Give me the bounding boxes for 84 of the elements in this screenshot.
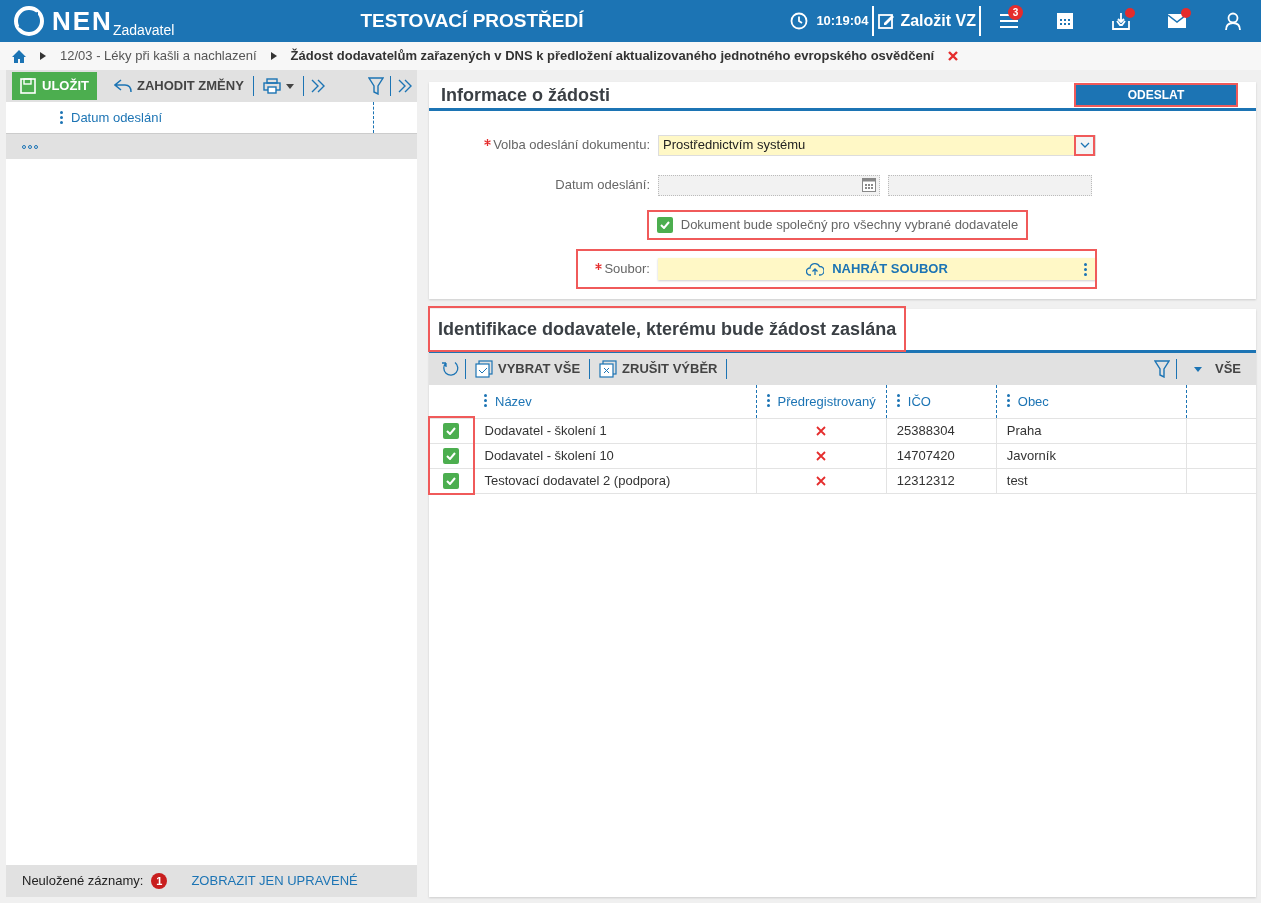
table-cell: 12312312 <box>896 472 955 488</box>
cloud-upload-icon <box>806 262 825 276</box>
field-label: Datum odeslání: <box>555 177 650 193</box>
date-field[interactable] <box>658 174 880 196</box>
scope-button[interactable]: VŠE <box>1191 359 1244 379</box>
kebab-icon[interactable] <box>484 393 487 407</box>
discard-button[interactable]: ZAHODIT ZMĚNY <box>110 76 247 96</box>
kebab-icon[interactable] <box>896 393 900 407</box>
table-cell: Dodavatel - školení 10 <box>484 447 614 463</box>
section-title: Informace o žádosti <box>441 83 611 107</box>
breadcrumb-item[interactable]: 12/03 - Léky při kašli a nachlazení <box>60 46 257 66</box>
logo-text: NEN <box>52 8 113 34</box>
create-button[interactable]: Založit VZ <box>874 9 979 33</box>
table-cell: Praha <box>1006 422 1042 438</box>
clock-icon <box>790 12 809 30</box>
close-icon[interactable] <box>948 51 959 61</box>
double-chevron-icon[interactable] <box>397 79 413 93</box>
row-checkbox[interactable] <box>443 422 460 439</box>
filter-icon[interactable] <box>1154 360 1170 378</box>
time-field[interactable] <box>888 174 1092 196</box>
check-icon <box>446 426 457 435</box>
double-chevron-icon[interactable] <box>309 79 326 93</box>
home-icon[interactable] <box>12 49 26 63</box>
row-checkbox[interactable] <box>443 472 460 489</box>
more-icon[interactable] <box>22 144 38 149</box>
calendar-icon[interactable] <box>862 178 876 192</box>
column-header[interactable]: Obec <box>1017 393 1049 409</box>
save-button[interactable]: ULOŽIT <box>12 72 97 100</box>
column-header[interactable]: Název <box>495 393 532 409</box>
check-icon <box>446 476 457 485</box>
checkbox-label: Dokument bude společný pro všechny vybrané dodavatele <box>680 216 1019 235</box>
select-all-button[interactable]: VYBRAT VŠE <box>472 359 584 379</box>
calendar-icon <box>1056 12 1074 30</box>
checkbox[interactable] <box>656 217 673 233</box>
column-header[interactable]: Předregistrovaný <box>777 393 876 409</box>
deselect-icon <box>599 360 618 378</box>
kebab-icon[interactable] <box>60 111 63 124</box>
environment-title: TESTOVACÍ PROSTŘEDÍ <box>360 8 584 33</box>
caret-right-icon <box>270 52 277 60</box>
table-cell: Javorník <box>1006 447 1056 463</box>
user-icon <box>1225 12 1241 30</box>
printer-icon <box>262 78 281 94</box>
caret-down-icon <box>1194 366 1202 372</box>
clock-time: 10:19:04 <box>816 12 869 31</box>
deselect-button[interactable]: ZRUŠIT VÝBĚR <box>596 359 721 379</box>
kebab-icon[interactable] <box>766 393 770 407</box>
column-header[interactable]: Datum odeslání <box>71 107 163 128</box>
breadcrumb-item[interactable]: Žádost dodavatelům zařazených v DNS k předložení aktualizovaného jednotného evropského osvědčení <box>290 46 935 66</box>
kebab-icon[interactable] <box>1006 393 1010 407</box>
select-all-icon <box>475 360 493 378</box>
filter-icon[interactable] <box>368 77 384 95</box>
check-icon <box>659 221 670 229</box>
field-label: Soubor: <box>604 261 650 277</box>
inbox-icon <box>1112 12 1130 30</box>
logo-subtitle: Zadavatel <box>112 21 175 40</box>
unsaved-count-badge: 1 <box>151 873 168 889</box>
notification-badge: 3 <box>1008 5 1023 20</box>
save-icon <box>20 78 36 94</box>
kebab-icon[interactable] <box>1084 262 1087 276</box>
show-edited-link[interactable]: ZOBRAZIT JEN UPRAVENÉ <box>191 871 358 891</box>
menu-button[interactable]: 3 <box>981 0 1037 42</box>
unsaved-label: Neuložené záznamy: <box>22 872 144 891</box>
upload-button[interactable]: NAHRÁT SOUBOR <box>658 258 1096 280</box>
table-cell: Testovací dodavatel 2 (podpora) <box>484 472 671 488</box>
caret-down-icon <box>285 83 294 89</box>
logo-icon <box>14 6 44 36</box>
select-field[interactable]: Prostřednictvím systému <box>658 134 1096 156</box>
chevron-down-icon <box>1079 142 1090 148</box>
mail-icon <box>1168 14 1186 28</box>
column-header[interactable]: IČO <box>907 393 931 409</box>
row-checkbox[interactable] <box>443 447 460 464</box>
table-cell: Dodavatel - školení 1 <box>484 422 607 438</box>
table-cell: 14707420 <box>896 447 955 463</box>
refresh-icon[interactable] <box>441 360 459 378</box>
edit-icon <box>877 12 896 30</box>
undo-icon <box>113 79 132 93</box>
send-button[interactable]: ODESLAT <box>1076 85 1236 105</box>
check-icon <box>446 451 457 460</box>
dropdown-button[interactable] <box>1074 134 1095 156</box>
table-cell: test <box>1006 472 1028 488</box>
field-label: Volba odeslání dokumentu: <box>493 137 650 153</box>
table-cell: 25388304 <box>896 422 955 438</box>
caret-right-icon <box>40 52 46 60</box>
section-title: Identifikace dodavatele, kterému bude žádost zaslána <box>430 308 905 350</box>
